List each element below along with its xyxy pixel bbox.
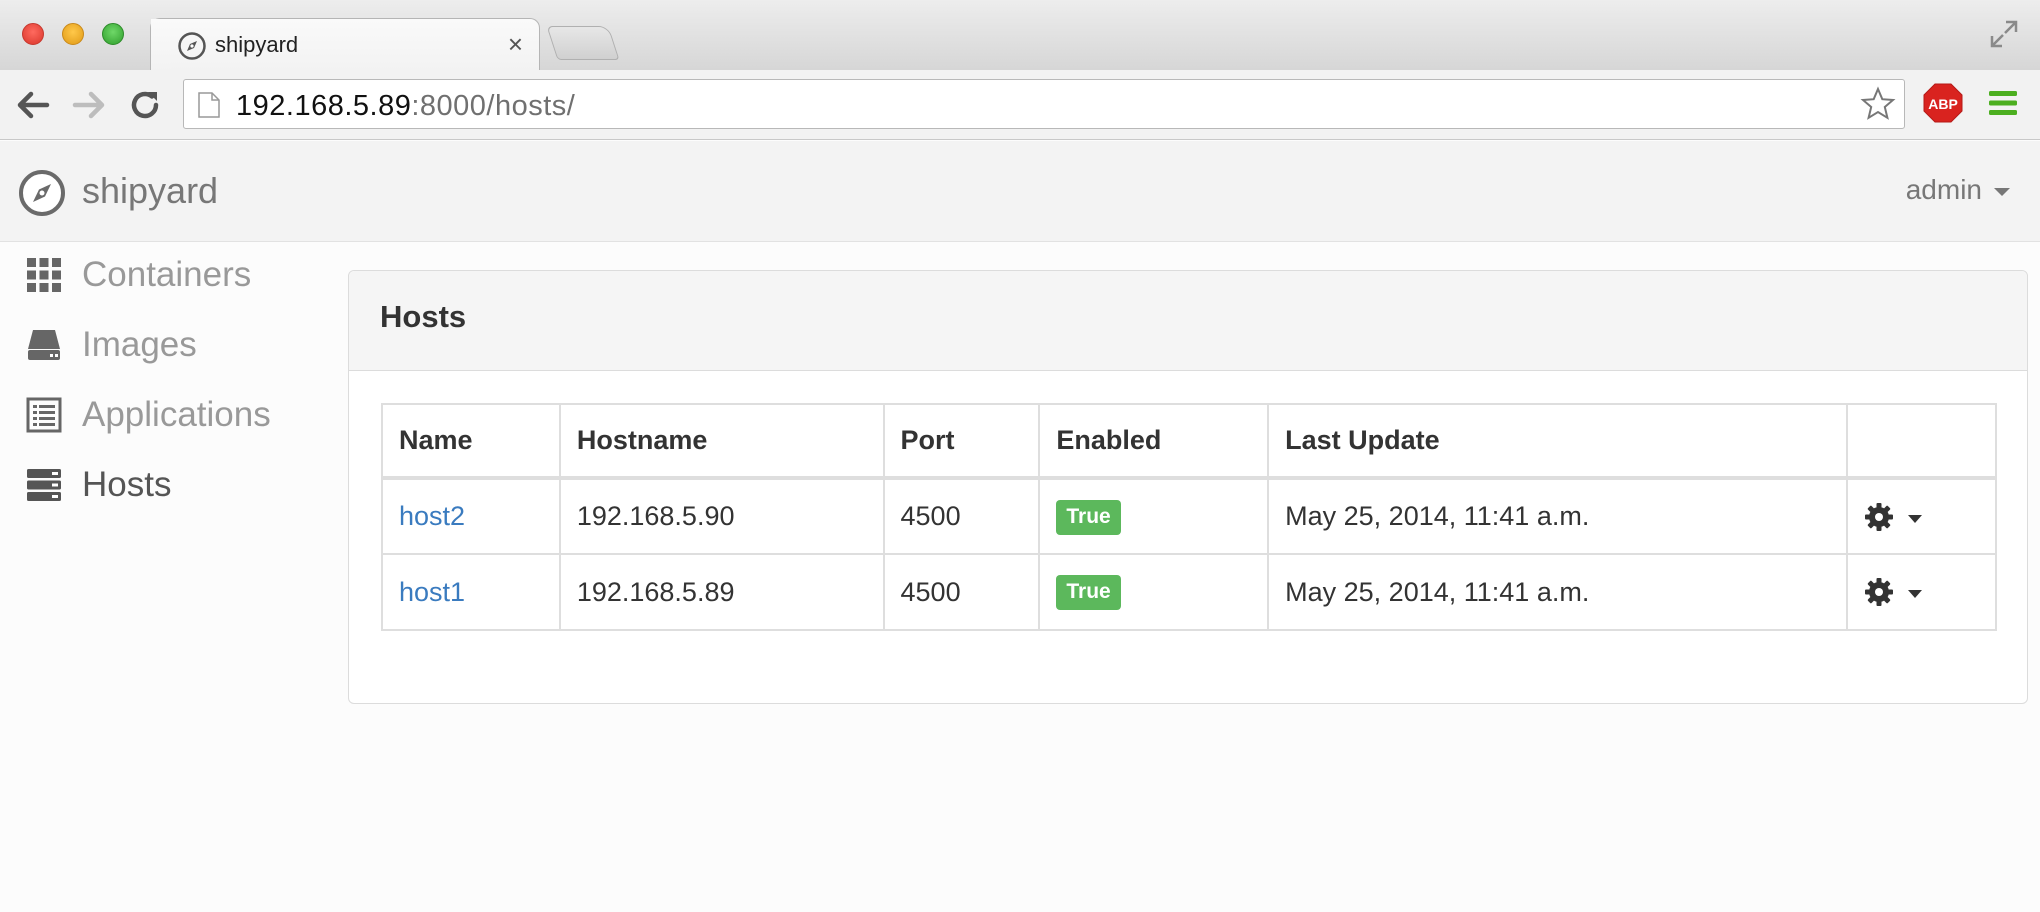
window-close-button[interactable] [22,23,44,45]
table-row: host1 192.168.5.89 4500 True May 25, 201… [381,553,1997,631]
tab-close-icon[interactable]: × [508,29,523,59]
browser-toolbar: 192.168.5.89:8000/hosts/ ABP [0,70,2040,140]
back-arrow-icon[interactable] [14,86,52,124]
sidebar-item-label: Images [82,325,197,364]
address-bar[interactable]: 192.168.5.89:8000/hosts/ [183,79,1905,129]
sidebar-item-hosts[interactable]: Hosts [26,460,171,510]
chevron-down-icon [1908,514,1923,523]
browser-tab-strip: shipyard × [0,0,2040,72]
column-header-enabled: Enabled [1038,403,1270,480]
cell-last-update: May 25, 2014, 11:41 a.m. [1267,553,1849,631]
url-path: :8000/hosts/ [411,90,576,122]
status-badge: True [1056,575,1121,610]
table-header-row: Name Hostname Port Enabled Last Update [381,403,1997,480]
cell-hostname: 192.168.5.90 [558,477,885,555]
sidebar-item-images[interactable]: Images [26,320,197,370]
column-header-hostname: Hostname [558,403,885,480]
adblock-plus-icon[interactable]: ABP [1923,83,1963,123]
table-row: host2 192.168.5.90 4500 True May 25, 201… [381,477,1997,555]
row-actions-dropdown[interactable] [1864,502,1979,532]
adblock-plus-label: ABP [1928,96,1958,112]
cell-actions [1846,553,1997,631]
url-text[interactable]: 192.168.5.89:8000/hosts/ [236,90,575,123]
column-header-last-update: Last Update [1267,403,1849,480]
row-actions-dropdown[interactable] [1864,577,1979,607]
sidebar-item-applications[interactable]: Applications [26,390,271,440]
list-icon [26,397,62,433]
url-host: 192.168.5.89 [236,90,412,122]
status-badge: True [1056,499,1121,535]
sidebar-item-label: Applications [82,395,271,434]
cell-actions [1846,477,1997,555]
tab-title: shipyard [215,32,299,57]
user-name: admin [1905,174,1982,205]
window-zoom-button[interactable] [102,23,124,45]
chevron-down-icon [1994,188,2010,196]
compass-icon [178,32,206,60]
column-header-actions [1846,403,1997,480]
gear-icon [1865,502,1894,531]
sidebar-item-label: Containers [82,255,252,294]
user-menu[interactable]: admin [1906,174,2010,206]
browser-tab-shipyard[interactable]: shipyard × [150,18,540,72]
grid-icon [27,258,61,292]
sidebar-item-containers[interactable]: Containers [26,250,251,300]
browser-menu-icon[interactable] [1987,87,2019,119]
window-minimize-button[interactable] [62,23,84,45]
host-link[interactable]: host2 [399,501,465,531]
page-icon [198,92,220,118]
host-link[interactable]: host1 [399,577,465,607]
fullscreen-icon[interactable] [1988,18,2020,50]
column-header-name: Name [381,403,561,480]
page-title: Hosts [380,299,467,334]
cell-enabled: True [1038,477,1270,555]
chevron-down-icon [1908,590,1923,598]
cell-port: 4500 [882,477,1041,555]
cell-name: host1 [381,553,561,631]
hosts-panel: Hosts Name Hostname Port Enabled Last Up… [348,270,2028,704]
compass-logo-icon[interactable] [18,169,66,217]
gear-icon [1865,578,1894,606]
panel-heading: Hosts [349,271,2027,371]
bookmark-star-icon[interactable] [1860,86,1896,122]
hard-drive-icon [28,330,60,360]
brand-name[interactable]: shipyard [82,170,218,212]
cell-port: 4500 [882,553,1041,631]
new-tab-button[interactable] [546,26,620,60]
app-navbar: shipyard admin [0,141,2040,242]
cell-last-update: May 25, 2014, 11:41 a.m. [1267,477,1849,555]
cell-name: host2 [381,477,561,555]
server-icon [27,469,61,501]
cell-enabled: True [1038,553,1270,631]
reload-icon[interactable] [126,86,164,124]
cell-hostname: 192.168.5.89 [558,553,885,631]
hosts-table: Name Hostname Port Enabled Last Update h… [381,403,1997,631]
sidebar-item-label: Hosts [82,465,172,504]
forward-arrow-icon[interactable] [70,86,108,124]
column-header-port: Port [882,403,1041,480]
